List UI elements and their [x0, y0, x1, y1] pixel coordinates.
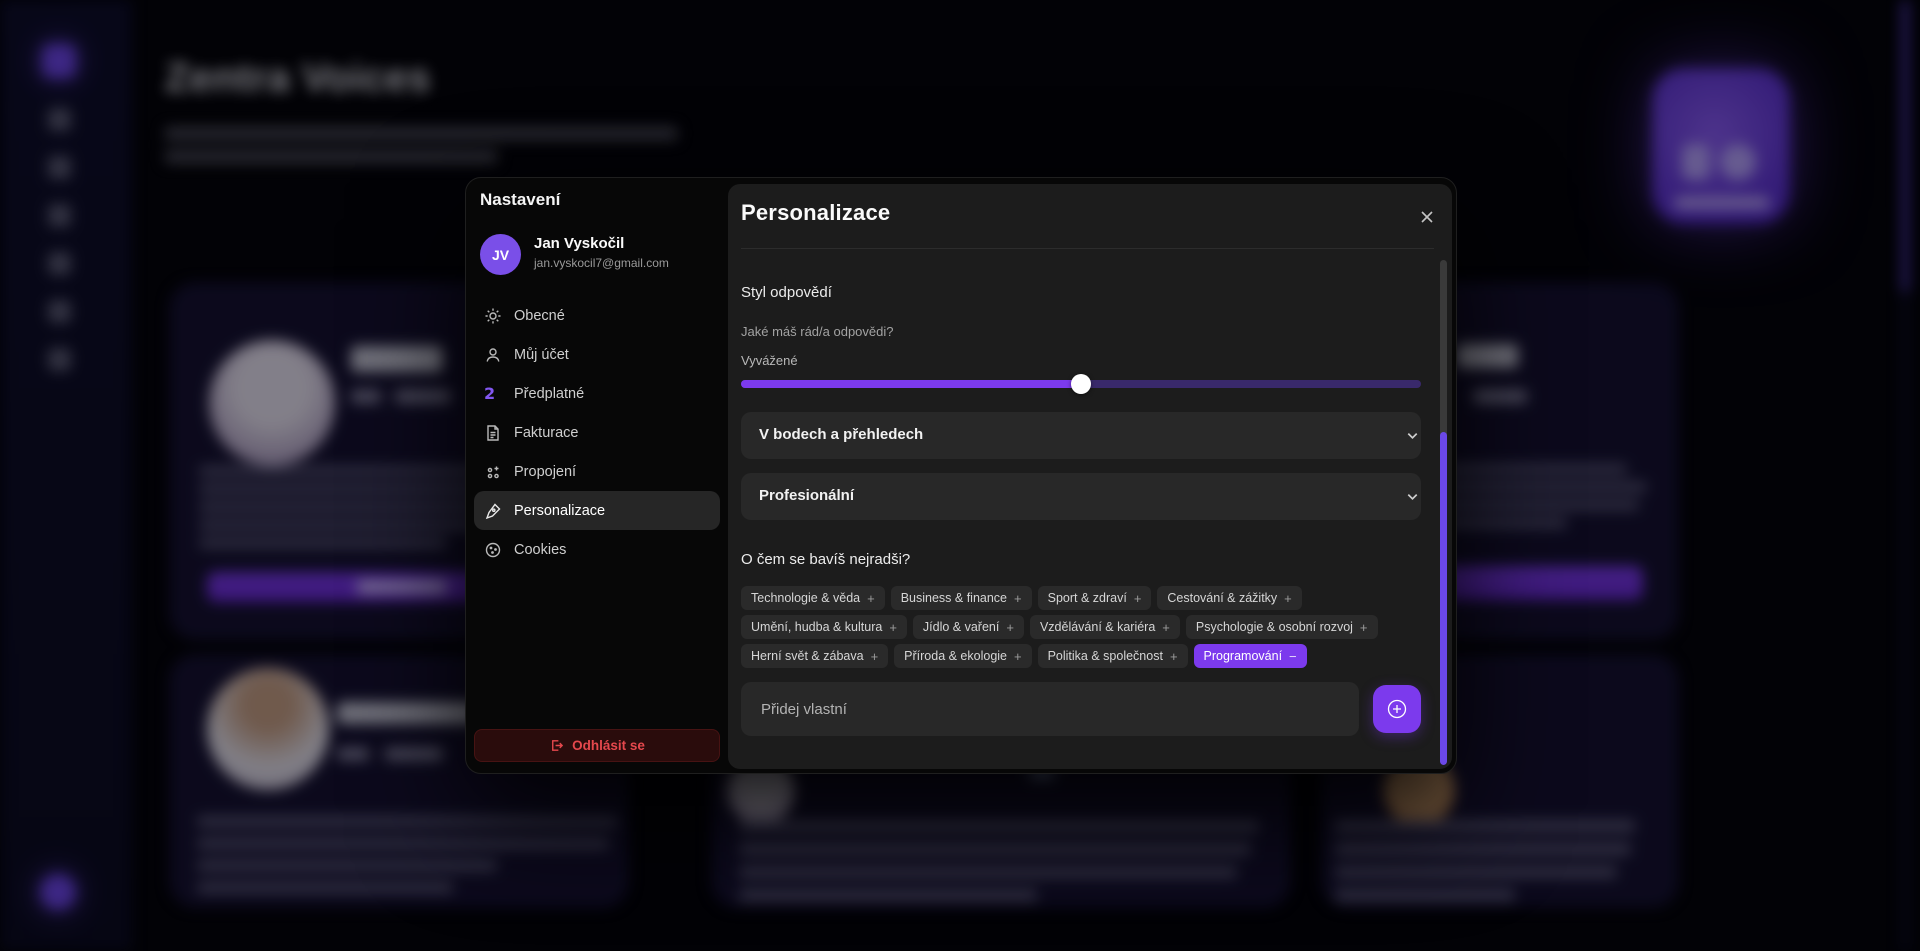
menu-item-personalizace[interactable]: Personalizace: [474, 491, 720, 530]
topic-chips-row: Herní svět & zábava+ Příroda & ekologie+…: [741, 644, 1435, 668]
style-question-label: Jaké máš rád/a odpovědi?: [741, 324, 893, 339]
topic-chip-selected[interactable]: Programování−: [1194, 644, 1307, 668]
add-action: +: [1170, 649, 1178, 664]
gear-icon: [484, 307, 502, 325]
add-custom-topic-button[interactable]: [1373, 685, 1421, 733]
topic-chip[interactable]: Sport & zdraví+: [1038, 586, 1152, 610]
add-custom-topic-input[interactable]: [741, 682, 1359, 736]
app-window: Zentra Voices: [0, 0, 1920, 951]
style-slider[interactable]: [741, 380, 1421, 388]
topic-chip[interactable]: Psychologie & osobní rozvoj+: [1186, 615, 1378, 639]
panel-title: Personalizace: [741, 200, 890, 226]
topic-chip[interactable]: Příroda & ekologie+: [894, 644, 1031, 668]
close-icon: [1419, 209, 1435, 225]
topic-chip[interactable]: Politika & společnost+: [1038, 644, 1188, 668]
add-action: +: [889, 620, 897, 635]
personalization-panel: Personalizace Styl odpovědí Jaké máš rád…: [728, 184, 1452, 769]
logout-button[interactable]: Odhlásit se: [474, 729, 720, 762]
add-action: +: [1134, 591, 1142, 606]
menu-item-obecne[interactable]: Obecné: [474, 296, 720, 335]
remove-action: −: [1289, 649, 1297, 664]
menu-item-predplatne[interactable]: 2 Předplatné: [474, 374, 720, 413]
close-button[interactable]: [1416, 206, 1438, 228]
connections-icon: [484, 463, 502, 481]
topic-chip[interactable]: Herní svět & zábava+: [741, 644, 888, 668]
style-slider-thumb[interactable]: [1071, 374, 1091, 394]
style-slider-fill: [741, 380, 1081, 388]
menu-item-cookies[interactable]: Cookies: [474, 530, 720, 569]
settings-modal: Nastavení JV Jan Vyskočil jan.vyskocil7@…: [465, 177, 1457, 774]
panel-scrollbar-track[interactable]: [1440, 260, 1447, 765]
topic-chip[interactable]: Technologie & věda+: [741, 586, 885, 610]
pen-icon: [484, 502, 502, 520]
user-email: jan.vyskocil7@gmail.com: [534, 256, 669, 270]
menu-item-propojeni[interactable]: Propojení: [474, 452, 720, 491]
topic-chip[interactable]: Business & finance+: [891, 586, 1032, 610]
topic-chip[interactable]: Umění, hudba & kultura+: [741, 615, 907, 639]
menu-item-muj-ucet[interactable]: Můj účet: [474, 335, 720, 374]
format-dropdown[interactable]: V bodech a přehledech: [741, 412, 1421, 459]
settings-menu: Obecné Můj účet 2 Předplatné Fakturace: [474, 296, 720, 569]
user-name: Jan Vyskočil: [534, 235, 624, 252]
settings-title: Nastavení: [480, 190, 560, 210]
topic-chip[interactable]: Jídlo & vaření+: [913, 615, 1024, 639]
slider-value-label: Vyvážené: [741, 353, 798, 368]
topic-chips: Technologie & věda+ Business & finance+ …: [741, 586, 1435, 668]
topic-chips-row: Umění, hudba & kultura+ Jídlo & vaření+ …: [741, 615, 1435, 639]
add-action: +: [1014, 591, 1022, 606]
invoice-icon: [484, 424, 502, 442]
add-action: +: [867, 591, 875, 606]
add-action: +: [1162, 620, 1170, 635]
menu-item-fakturace[interactable]: Fakturace: [474, 413, 720, 452]
panel-scrollbar-thumb[interactable]: [1440, 432, 1447, 765]
user-avatar: JV: [480, 234, 521, 275]
topic-chips-row: Technologie & věda+ Business & finance+ …: [741, 586, 1435, 610]
topic-chip[interactable]: Cestování & zážitky+: [1157, 586, 1301, 610]
topic-chip[interactable]: Vzdělávání & kariéra+: [1030, 615, 1180, 639]
add-action: +: [1006, 620, 1014, 635]
topics-heading: O čem se bavíš nejradši?: [741, 551, 910, 568]
add-action: +: [1284, 591, 1292, 606]
plus-circle-icon: [1385, 697, 1409, 721]
add-action: +: [1014, 649, 1022, 664]
tone-dropdown[interactable]: Profesionální: [741, 473, 1421, 520]
logout-icon: [549, 738, 564, 753]
cookie-icon: [484, 541, 502, 559]
header-divider: [741, 248, 1434, 249]
add-action: +: [1360, 620, 1368, 635]
add-action: +: [871, 649, 879, 664]
style-section-heading: Styl odpovědí: [741, 284, 832, 301]
zentra-brand-icon: 2: [484, 385, 502, 403]
user-icon: [484, 346, 502, 364]
